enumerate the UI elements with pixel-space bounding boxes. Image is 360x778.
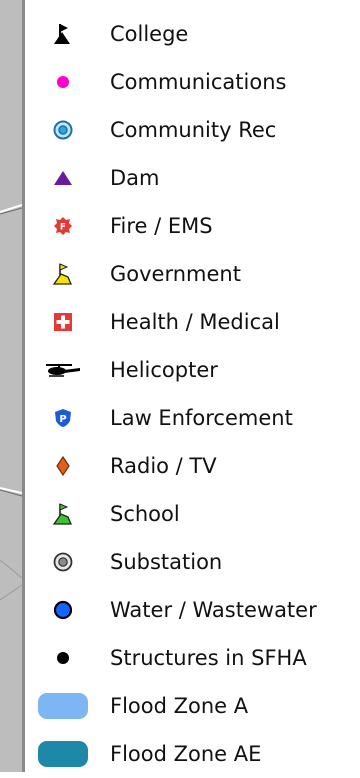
legend-label: Flood Zone A — [110, 694, 249, 718]
college-icon — [38, 10, 88, 58]
legend-item-helicopter: Helicopter — [25, 346, 360, 394]
legend-label: Communications — [110, 70, 287, 94]
legend-label: Dam — [110, 166, 160, 190]
flood-zone-a-swatch — [38, 682, 88, 730]
legend-label: Radio / TV — [110, 454, 217, 478]
legend-item-health-medical: Health / Medical — [25, 298, 360, 346]
legend-label: Water / Wastewater — [110, 598, 317, 622]
legend-item-college: College — [25, 10, 360, 58]
map-background — [0, 0, 22, 772]
legend-item-flood-zone-a: Flood Zone A — [25, 682, 360, 730]
health-medical-icon — [38, 298, 88, 346]
legend-item-substation: Substation — [25, 538, 360, 586]
legend-label: Flood Zone AE — [110, 742, 262, 766]
helicopter-icon — [38, 346, 88, 394]
svg-text:F: F — [60, 223, 66, 233]
fire-ems-icon: F — [38, 202, 88, 250]
map-legend: College Communications Community Rec Dam… — [25, 0, 360, 772]
svg-text:P: P — [59, 414, 66, 425]
legend-item-school: School — [25, 490, 360, 538]
legend-label: Law Enforcement — [110, 406, 293, 430]
law-enforcement-icon: P — [38, 394, 88, 442]
legend-item-radio-tv: Radio / TV — [25, 442, 360, 490]
water-wastewater-icon — [38, 586, 88, 634]
substation-icon — [38, 538, 88, 586]
legend-item-government: Government — [25, 250, 360, 298]
dam-icon — [38, 154, 88, 202]
government-icon — [38, 250, 88, 298]
legend-label: College — [110, 22, 189, 46]
legend-label: Fire / EMS — [110, 214, 213, 238]
structures-sfha-icon — [38, 634, 88, 682]
legend-label: Helicopter — [110, 358, 218, 382]
community-rec-icon — [38, 106, 88, 154]
legend-label: Substation — [110, 550, 223, 574]
communications-icon — [38, 58, 88, 106]
legend-label: Health / Medical — [110, 310, 280, 334]
legend-item-communications: Communications — [25, 58, 360, 106]
flood-zone-ae-swatch — [38, 730, 88, 778]
legend-item-community-rec: Community Rec — [25, 106, 360, 154]
legend-item-dam: Dam — [25, 154, 360, 202]
radio-tv-icon — [38, 442, 88, 490]
legend-label: School — [110, 502, 180, 526]
legend-item-flood-zone-ae: Flood Zone AE — [25, 730, 360, 778]
legend-label: Government — [110, 262, 241, 286]
legend-label: Structures in SFHA — [110, 646, 307, 670]
legend-label: Community Rec — [110, 118, 277, 142]
legend-item-law-enforcement: P Law Enforcement — [25, 394, 360, 442]
legend-item-fire-ems: F Fire / EMS — [25, 202, 360, 250]
school-icon — [38, 490, 88, 538]
legend-item-structures-sfha: Structures in SFHA — [25, 634, 360, 682]
legend-item-water-wastewater: Water / Wastewater — [25, 586, 360, 634]
